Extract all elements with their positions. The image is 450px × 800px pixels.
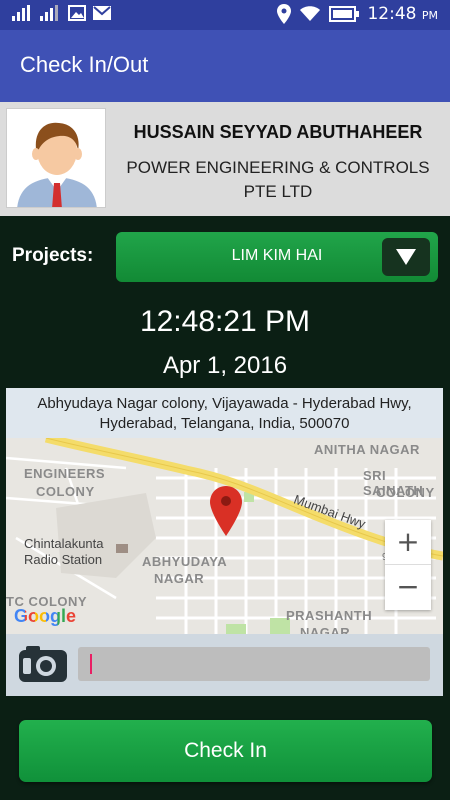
- dropdown-arrow-icon: [396, 249, 416, 265]
- map-view[interactable]: ANITHA NAGAR SRI SAINATH COLONY ENGINEER…: [6, 438, 443, 634]
- profile-header: HUSSAIN SEYYAD ABUTHAHEER POWER ENGINEER…: [0, 102, 450, 216]
- map-label-engineers: ENGINEERS: [24, 466, 106, 481]
- zoom-controls: + −: [385, 520, 431, 610]
- status-time: 12:48 PM: [367, 4, 438, 24]
- note-input[interactable]: [78, 647, 430, 681]
- check-in-button[interactable]: Check In: [19, 720, 432, 782]
- dropdown-toggle-button[interactable]: [382, 238, 430, 276]
- project-dropdown[interactable]: LIM KIM HAI: [116, 232, 438, 282]
- map-pin-icon: [210, 486, 242, 536]
- map-label-abhyudaya-nagar: NAGAR: [154, 571, 205, 586]
- map-label-engineers-colony: COLONY: [36, 484, 95, 499]
- current-time: 12:48:21 PM: [139, 305, 311, 338]
- status-right-icons: 12:48 PM: [277, 4, 438, 24]
- user-avatar-icon: [17, 122, 97, 207]
- location-card: Abhyudaya Nagar colony, Vijayawada - Hyd…: [6, 388, 443, 696]
- address-text: Abhyudaya Nagar colony, Vijayawada - Hyd…: [6, 388, 443, 438]
- page-title: Check In/Out: [20, 52, 149, 77]
- zoom-out-button[interactable]: −: [385, 565, 431, 610]
- map-label-prashanth-nagar: NAGAR: [300, 625, 351, 634]
- map-label-anitha-nagar: ANITHA NAGAR: [314, 442, 420, 457]
- zoom-in-button[interactable]: +: [385, 520, 431, 565]
- status-left-icons: [12, 5, 112, 21]
- status-bar: 12:48 PM: [0, 0, 450, 30]
- company-name: POWER ENGINEERING & CONTROLS PTE LTD: [126, 158, 430, 201]
- map-label-abhyudaya: ABHYUDAYA: [142, 554, 228, 569]
- signal-icon: [12, 5, 30, 21]
- location-icon: [277, 4, 292, 24]
- current-date: Apr 1, 2016: [162, 352, 288, 379]
- map-label-radio-station: Radio Station: [24, 552, 103, 567]
- avatar: [6, 108, 106, 208]
- image-icon: [68, 5, 86, 21]
- wifi-icon: [300, 6, 321, 21]
- google-attribution: Google: [14, 606, 76, 626]
- camera-button[interactable]: [18, 646, 68, 684]
- map-label-prashanth: PRASHANTH: [286, 608, 373, 623]
- signal-2-icon: [40, 5, 58, 21]
- app-bar: Check In/Out: [0, 30, 450, 102]
- battery-icon: [329, 6, 360, 22]
- mail-icon: [93, 6, 111, 20]
- map-label-sri-sainath-colony: COLONY: [376, 485, 435, 500]
- text-caret: [90, 654, 92, 674]
- camera-icon: [19, 646, 67, 682]
- employee-name: HUSSAIN SEYYAD ABUTHAHEER: [133, 122, 423, 142]
- projects-label: Projects:: [12, 245, 94, 266]
- map-label-chintalakunta: Chintalakunta: [24, 536, 104, 551]
- photo-note-row: [6, 634, 443, 696]
